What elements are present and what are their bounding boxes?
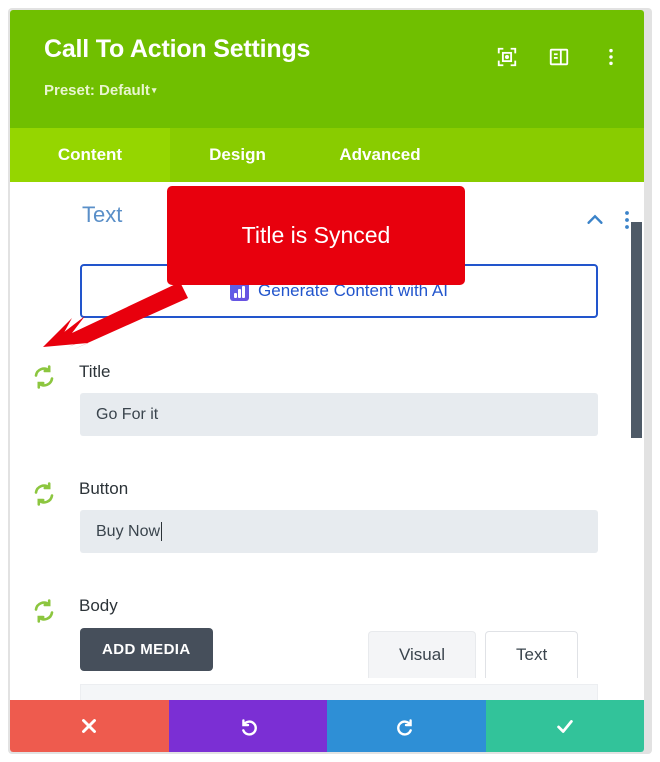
page-title: Call To Action Settings <box>44 35 311 63</box>
chevron-down-icon: ▾ <box>151 85 157 95</box>
undo-button[interactable] <box>168 700 327 752</box>
tab-advanced[interactable]: Advanced <box>305 128 455 182</box>
screenshot-root: Call To Action Settings Preset: Default ▾ <box>0 0 660 762</box>
sync-icon[interactable] <box>31 598 57 624</box>
header-icon-group <box>496 46 622 68</box>
editor-toolbar-strip <box>80 684 598 700</box>
field-label-body: Body <box>79 596 118 615</box>
chevron-up-icon[interactable] <box>584 209 606 231</box>
field-label-title: Title <box>79 362 111 381</box>
save-button[interactable] <box>485 700 644 752</box>
editor-mode-tabs: Visual Text <box>368 631 579 678</box>
settings-panel: Call To Action Settings Preset: Default ▾ <box>10 10 644 752</box>
add-media-button[interactable]: ADD MEDIA <box>80 628 213 671</box>
content-scrollbar-thumb[interactable] <box>631 222 642 438</box>
focus-target-icon[interactable] <box>496 46 518 68</box>
annotation-callout-text: Title is Synced <box>241 222 391 248</box>
content-scrollbar-track[interactable] <box>630 182 644 700</box>
preset-selector[interactable]: Preset: Default ▾ <box>44 82 156 99</box>
sync-icon[interactable] <box>31 364 57 390</box>
action-bar <box>10 700 644 752</box>
tab-bar: Content Design Advanced <box>10 128 644 182</box>
section-title-text: Text <box>82 202 123 227</box>
button-input-value: Buy Now <box>96 522 161 540</box>
title-input[interactable]: Go For it <box>80 393 598 436</box>
redo-button[interactable] <box>327 700 486 752</box>
more-vertical-icon[interactable] <box>600 46 622 68</box>
check-icon <box>556 720 573 733</box>
text-cursor <box>161 522 163 541</box>
undo-icon <box>241 719 257 736</box>
field-label-button: Button <box>79 479 129 498</box>
annotation-callout: Title is Synced <box>167 186 465 285</box>
tab-visual[interactable]: Visual <box>368 631 476 678</box>
cancel-button[interactable] <box>10 700 169 752</box>
title-input-value: Go For it <box>96 405 159 423</box>
layout-panel-icon[interactable] <box>548 46 570 68</box>
button-input[interactable]: Buy Now <box>80 510 598 553</box>
close-icon <box>82 719 97 733</box>
preset-label: Preset: Default <box>44 82 150 99</box>
redo-icon <box>397 719 413 736</box>
panel-header: Call To Action Settings Preset: Default ▾ <box>10 10 644 128</box>
tab-design[interactable]: Design <box>170 128 305 182</box>
sync-icon[interactable] <box>31 481 57 507</box>
tab-text[interactable]: Text <box>485 631 579 678</box>
tab-content[interactable]: Content <box>10 128 170 182</box>
